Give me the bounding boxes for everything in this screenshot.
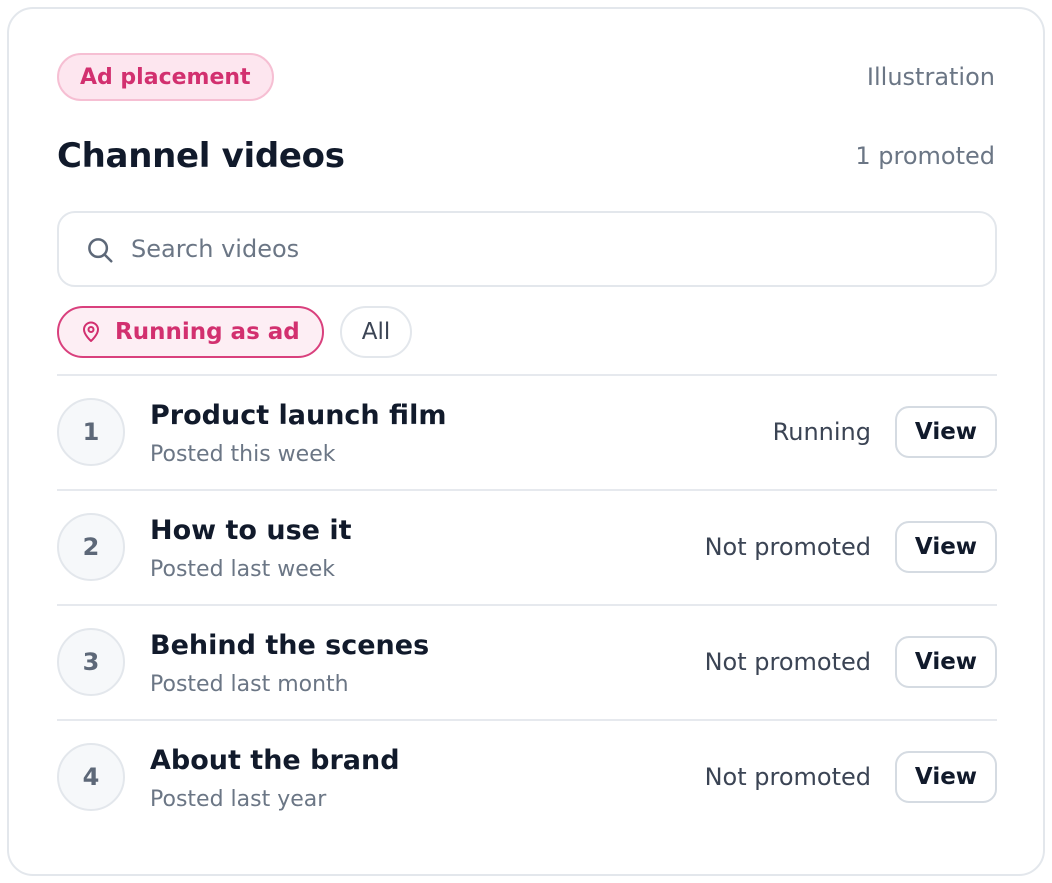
video-posted-date: Posted last week <box>150 557 336 582</box>
video-posted-date: Posted last year <box>150 787 327 812</box>
video-number: 1 <box>57 398 125 466</box>
table-row: 3 Behind the scenes Posted last month No… <box>57 604 997 719</box>
video-number: 3 <box>57 628 125 696</box>
filter-chip-label: All <box>361 319 391 345</box>
filter-chip-label: Running as ad <box>115 319 300 345</box>
page-title: Channel videos <box>57 136 345 176</box>
table-row: 2 How to use it Posted last week Not pro… <box>57 489 997 604</box>
video-posted-date: Posted last month <box>150 672 349 697</box>
map-pin-icon <box>83 321 99 342</box>
video-title: Behind the scenes <box>150 630 430 661</box>
promoted-count: 1 promoted <box>855 142 995 170</box>
search-icon <box>88 238 113 263</box>
view-button[interactable]: View <box>895 406 997 458</box>
video-number: 4 <box>57 743 125 811</box>
video-list: 1 Product launch film Posted this week R… <box>57 374 997 834</box>
video-number: 2 <box>57 513 125 581</box>
illustration-label: Illustration <box>866 63 995 91</box>
video-title: How to use it <box>150 515 352 546</box>
ad-placement-badge: Ad placement <box>57 53 274 101</box>
view-button[interactable]: View <box>895 751 997 803</box>
view-button[interactable]: View <box>895 636 997 688</box>
search-box[interactable] <box>57 211 997 287</box>
table-row: 1 Product launch film Posted this week R… <box>57 374 997 489</box>
video-title: Product launch film <box>150 400 447 431</box>
video-title: About the brand <box>150 745 400 776</box>
table-row: 4 About the brand Posted last year Not p… <box>57 719 997 834</box>
filter-chips: Running as ad All <box>57 306 413 358</box>
video-status: Running <box>772 418 871 446</box>
filter-chip-all[interactable]: All <box>339 306 413 358</box>
video-status: Not promoted <box>704 648 871 676</box>
channel-videos-card: Ad placement Illustration Channel videos… <box>7 7 1045 876</box>
video-status: Not promoted <box>704 533 871 561</box>
video-posted-date: Posted this week <box>150 442 336 467</box>
filter-chip-running-as-ad[interactable]: Running as ad <box>57 306 324 358</box>
view-button[interactable]: View <box>895 521 997 573</box>
search-input[interactable] <box>131 227 971 271</box>
video-status: Not promoted <box>704 763 871 791</box>
